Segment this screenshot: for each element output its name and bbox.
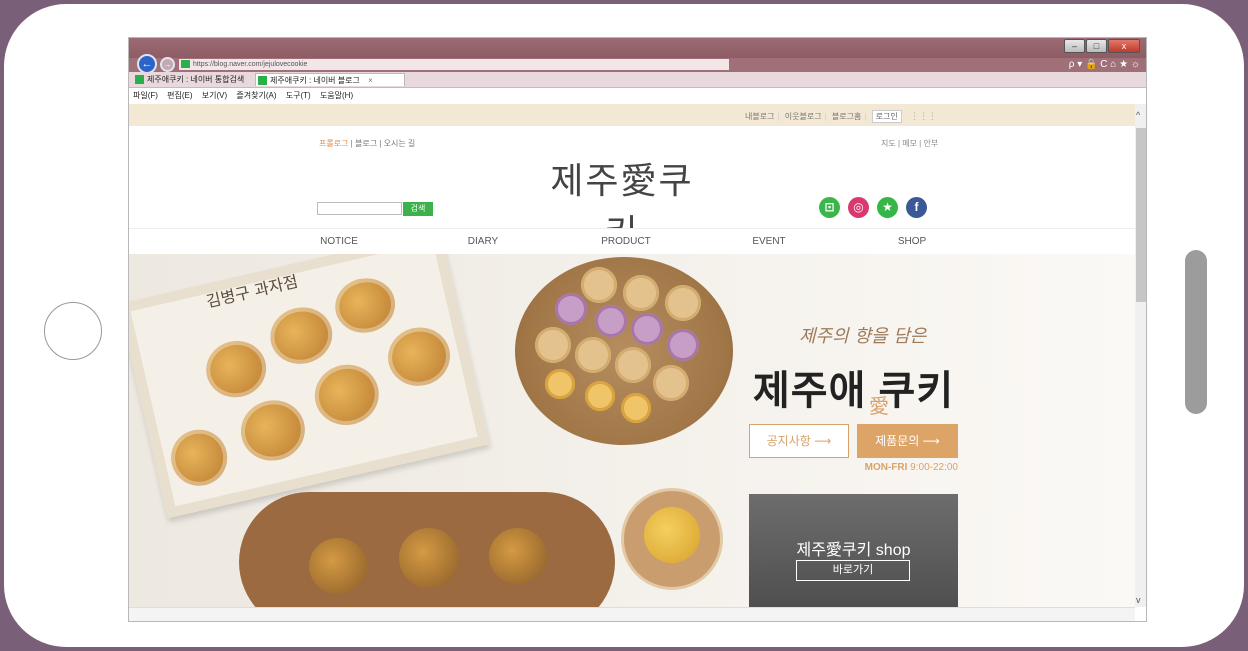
horizontal-scrollbar[interactable] bbox=[129, 607, 1135, 621]
star-icon[interactable]: ★ bbox=[877, 197, 898, 218]
forward-arrow-icon[interactable]: → bbox=[160, 57, 175, 72]
search-input[interactable] bbox=[317, 202, 402, 215]
nav-event[interactable]: EVENT bbox=[709, 229, 829, 254]
blog-home-link[interactable]: 블로그홈 bbox=[832, 112, 861, 121]
bun-tray-image bbox=[239, 492, 615, 607]
address-bar[interactable]: https://blog.naver.com/jejulovecookie bbox=[179, 59, 729, 70]
naver-store-icon[interactable]: ⊡ bbox=[819, 197, 840, 218]
home-button[interactable] bbox=[44, 302, 102, 360]
neighbor-blog-link[interactable]: 이웃블로그 bbox=[785, 112, 822, 121]
nav-notice[interactable]: NOTICE bbox=[279, 229, 399, 254]
prologue-link[interactable]: 프롤로그 bbox=[319, 139, 348, 148]
minimize-button[interactable]: – bbox=[1064, 39, 1085, 53]
shop-go-button[interactable]: 바로가기 bbox=[796, 560, 910, 581]
side-button bbox=[1185, 250, 1207, 414]
close-tab-icon[interactable]: × bbox=[368, 76, 373, 85]
menu-help[interactable]: 도움말(H) bbox=[320, 91, 353, 100]
cookie-box-image bbox=[129, 254, 490, 519]
menu-tools[interactable]: 도구(T) bbox=[286, 91, 311, 100]
back-arrow-icon[interactable]: ← bbox=[137, 54, 157, 74]
search-button[interactable]: 검색 bbox=[403, 202, 433, 216]
hours-days: MON-FRI bbox=[864, 462, 908, 473]
blog-link[interactable]: 블로그 bbox=[355, 139, 377, 148]
menu-edit[interactable]: 편집(E) bbox=[167, 91, 192, 100]
title-bar: – □ x bbox=[129, 38, 1146, 58]
blog-top-bar: 내블로그 | 이웃블로그 | 블로그홈 | 로그인 ⋮⋮⋮ bbox=[129, 104, 1135, 126]
facebook-icon[interactable]: f bbox=[906, 197, 927, 218]
instagram-icon[interactable]: ◎ bbox=[848, 197, 869, 218]
close-button[interactable]: x bbox=[1108, 39, 1140, 53]
maximize-button[interactable]: □ bbox=[1086, 39, 1107, 53]
url-text: https://blog.naver.com/jejulovecookie bbox=[193, 61, 308, 68]
tab-strip: 제주애쿠키 : 네이버 통합검색 제주애쿠키 : 네이버 블로그 × bbox=[129, 72, 1146, 88]
nav-shop[interactable]: SHOP bbox=[852, 229, 972, 254]
shop-title: 제주愛쿠키 shop bbox=[796, 542, 911, 559]
naver-blog-favicon-icon bbox=[258, 76, 267, 85]
inquiry-button[interactable]: 제품문의 ⟶ bbox=[857, 424, 958, 458]
blog-nav: NOTICE DIARY PRODUCT EVENT SHOP bbox=[129, 228, 1135, 255]
map-memo-links[interactable]: 지도 | 메모 | 안부 bbox=[881, 138, 938, 149]
my-blog-link[interactable]: 내블로그 bbox=[745, 112, 774, 121]
scroll-thumb[interactable] bbox=[1136, 128, 1146, 302]
naver-favicon-icon bbox=[135, 75, 144, 84]
nav-diary[interactable]: DIARY bbox=[423, 229, 543, 254]
menu-bar: 파일(F) 편집(E) 보기(V) 즐겨찾기(A) 도구(T) 도움말(H) bbox=[129, 88, 1146, 103]
hero-banner: 김병구 과자점 제주의 향을 담은 제주애 쿠키 愛 공지사항 ⟶ 제품문의 ⟶… bbox=[129, 254, 1135, 607]
menu-view[interactable]: 보기(V) bbox=[202, 91, 227, 100]
vertical-scrollbar[interactable]: ^ v bbox=[1135, 104, 1146, 607]
browser-window: – □ x ← → https://blog.naver.com/jejulov… bbox=[128, 37, 1147, 622]
business-hours: MON-FRI 9:00-22:00 bbox=[857, 462, 958, 473]
toolbar-icons[interactable]: ρ ▾ 🔒 C ⌂ ★ ☼ bbox=[1069, 58, 1140, 72]
tab-label: 제주애쿠키 : 네이버 블로그 bbox=[270, 76, 360, 85]
login-button[interactable]: 로그인 bbox=[871, 110, 902, 123]
tab-search[interactable]: 제주애쿠키 : 네이버 통합검색 bbox=[133, 73, 251, 86]
scroll-down-icon[interactable]: v bbox=[1136, 595, 1141, 605]
hero-headline: 제주애 쿠키 bbox=[753, 369, 955, 413]
nav-product[interactable]: PRODUCT bbox=[566, 229, 686, 254]
tab-blog[interactable]: 제주애쿠키 : 네이버 블로그 × bbox=[255, 73, 405, 86]
site-favicon-icon bbox=[181, 60, 190, 69]
hero-tagline: 제주의 향을 담은 bbox=[799, 326, 927, 347]
menu-file[interactable]: 파일(F) bbox=[133, 91, 158, 100]
menu-favorites[interactable]: 즐겨찾기(A) bbox=[236, 91, 276, 100]
hours-time: 9:00-22:00 bbox=[907, 462, 958, 473]
blog-header: 프롤로그 | 블로그 | 오시는 길 지도 | 메모 | 안부 제주愛쿠키 검색… bbox=[129, 126, 1135, 254]
shop-banner[interactable]: 제주愛쿠키 shop 바로가기 bbox=[749, 494, 958, 607]
apps-grid-icon[interactable]: ⋮⋮⋮ bbox=[910, 111, 937, 122]
single-bun-image bbox=[621, 488, 723, 590]
notice-button[interactable]: 공지사항 ⟶ bbox=[749, 424, 849, 458]
address-row: ← → https://blog.naver.com/jejulovecooki… bbox=[129, 54, 1146, 74]
scroll-up-icon[interactable]: ^ bbox=[1136, 110, 1140, 120]
cookie-plate-image bbox=[515, 257, 733, 445]
tab-label: 제주애쿠키 : 네이버 통합검색 bbox=[147, 75, 245, 84]
directions-link[interactable]: 오시는 길 bbox=[384, 139, 416, 148]
hero-headline-char: 愛 bbox=[869, 394, 889, 418]
